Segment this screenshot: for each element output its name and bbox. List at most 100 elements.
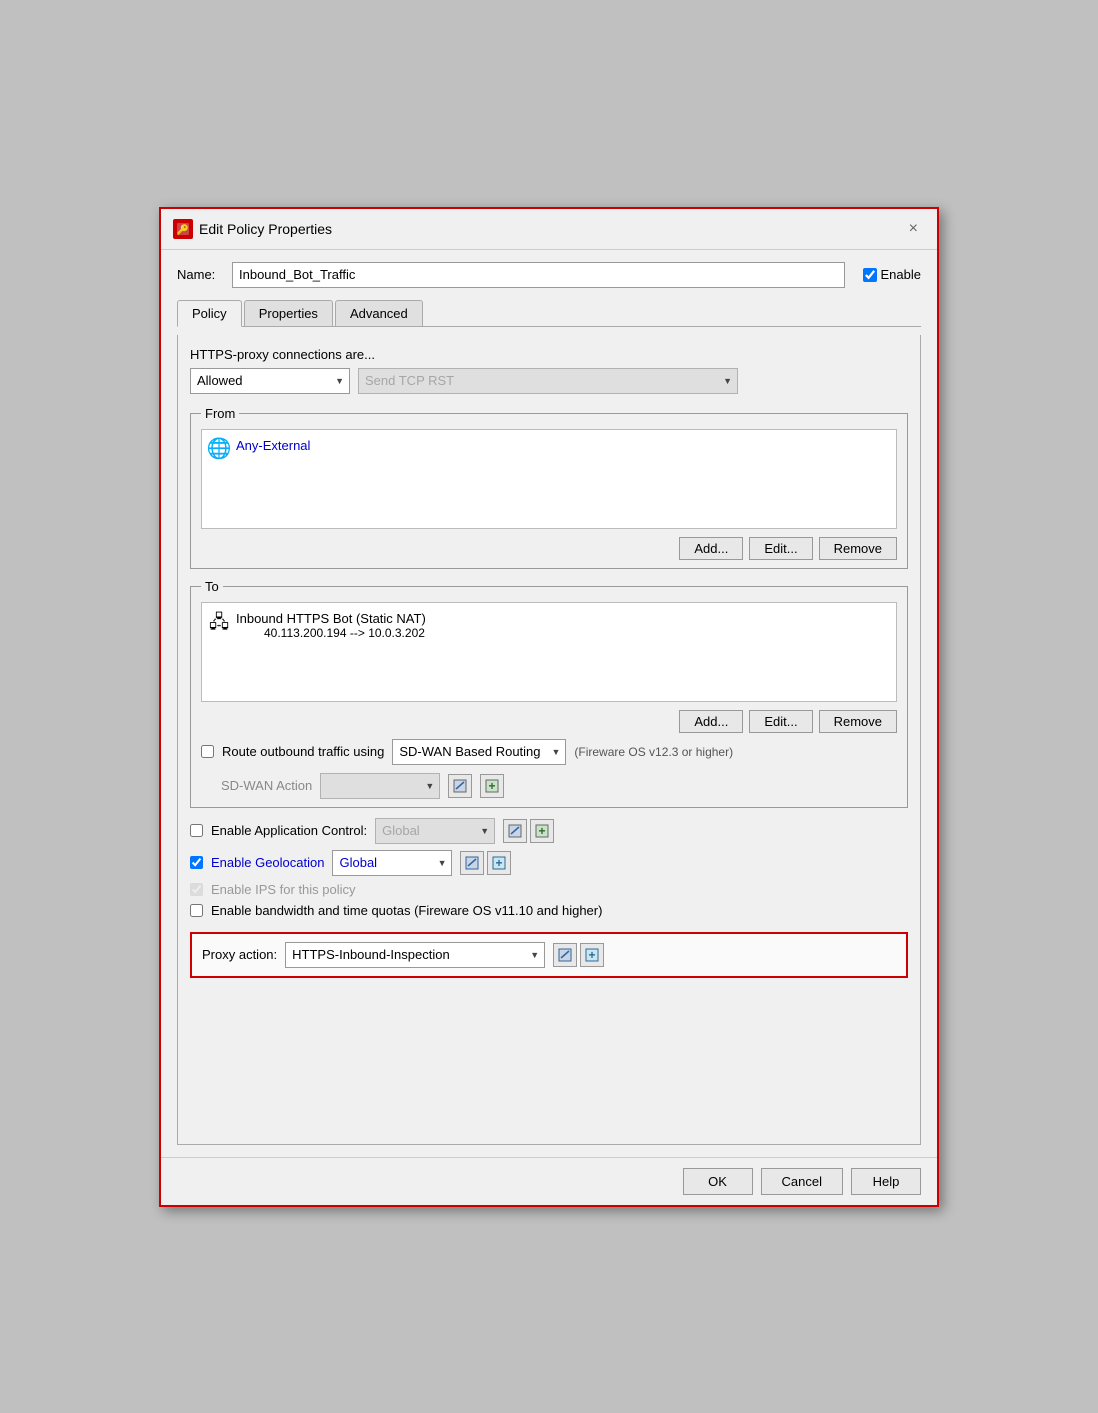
from-legend: From <box>201 406 239 421</box>
geolocation-dropdown-wrapper[interactable]: Global <box>332 850 452 876</box>
enable-label: Enable <box>881 267 921 282</box>
new-icon: + <box>485 779 499 793</box>
app-control-icons: + <box>503 819 554 843</box>
close-button[interactable]: × <box>902 217 925 241</box>
ips-checkbox <box>190 883 203 896</box>
edit-icon-appcontrol <box>508 824 522 838</box>
route-outbound-row: Route outbound traffic using SD-WAN Base… <box>201 739 897 765</box>
svg-text:+: + <box>489 779 496 793</box>
to-legend: To <box>201 579 223 594</box>
https-action-dropdown[interactable]: Allowed Denied <box>190 368 350 394</box>
sdwan-action-dropdown[interactable] <box>320 773 440 799</box>
tab-advanced[interactable]: Advanced <box>335 300 423 326</box>
enable-checkbox-group: Enable <box>863 267 921 282</box>
from-remove-button[interactable]: Remove <box>819 537 897 560</box>
geolocation-checkbox[interactable] <box>190 856 203 869</box>
dialog-footer: OK Cancel Help <box>161 1157 937 1205</box>
https-action-dropdown-wrapper[interactable]: Allowed Denied <box>190 368 350 394</box>
sdwan-edit-icon-button[interactable] <box>448 774 472 798</box>
tab-policy[interactable]: Policy <box>177 300 242 327</box>
to-item: 🖧 Inbound HTTPS Bot (Static NAT) 40.113.… <box>208 609 890 642</box>
app-control-label: Enable Application Control: <box>211 823 367 838</box>
geolocation-edit-button[interactable] <box>460 851 484 875</box>
sdwan-action-dropdown-wrapper <box>320 773 440 799</box>
to-remove-button[interactable]: Remove <box>819 710 897 733</box>
geolocation-dropdown[interactable]: Global <box>332 850 452 876</box>
bandwidth-label: Enable bandwidth and time quotas (Firewa… <box>211 903 602 918</box>
help-button[interactable]: Help <box>851 1168 921 1195</box>
svg-text:🔑: 🔑 <box>177 223 190 236</box>
proxy-action-dropdown[interactable]: HTTPS-Inbound-Inspection <box>285 942 545 968</box>
proxy-action-edit-button[interactable] <box>553 943 577 967</box>
options-section: Enable Application Control: Global <box>190 818 908 978</box>
edit-icon-geo <box>465 856 479 870</box>
https-dropdowns: Allowed Denied Send TCP RST <box>190 368 908 394</box>
proxy-action-label: Proxy action: <box>202 947 277 962</box>
dialog-body: Name: Enable Policy Properties Advanced … <box>161 250 937 1157</box>
from-section: From 🌐 Any-External Add... Edit... Remov… <box>190 406 908 569</box>
from-buttons: Add... Edit... Remove <box>201 537 897 560</box>
ips-row: Enable IPS for this policy <box>190 882 908 897</box>
sdwan-action-label: SD-WAN Action <box>221 778 312 793</box>
from-box: 🌐 Any-External <box>201 429 897 529</box>
sdwan-routing-dropdown-wrapper[interactable]: SD-WAN Based Routing <box>392 739 566 765</box>
geolocation-label[interactable]: Enable Geolocation <box>211 855 324 870</box>
tab-content-policy: HTTPS-proxy connections are... Allowed D… <box>177 335 921 1145</box>
route-outbound-checkbox[interactable] <box>201 745 214 758</box>
title-bar: 🔑 Edit Policy Properties × <box>161 209 937 250</box>
tab-bar: Policy Properties Advanced <box>177 300 921 327</box>
from-add-button[interactable]: Add... <box>679 537 743 560</box>
app-control-dropdown[interactable]: Global <box>375 818 495 844</box>
ok-button[interactable]: OK <box>683 1168 753 1195</box>
proxy-action-dropdown-wrapper[interactable]: HTTPS-Inbound-Inspection <box>285 942 545 968</box>
dialog-title: Edit Policy Properties <box>199 221 332 237</box>
svg-text:+: + <box>496 856 503 870</box>
https-action2-dropdown-wrapper[interactable]: Send TCP RST <box>358 368 738 394</box>
bandwidth-checkbox[interactable] <box>190 904 203 917</box>
dialog-icon: 🔑 <box>173 219 193 239</box>
edit-icon <box>453 779 467 793</box>
name-label: Name: <box>177 267 222 282</box>
geolocation-icons: + <box>460 851 511 875</box>
app-control-edit-button[interactable] <box>503 819 527 843</box>
to-item-content: Inbound HTTPS Bot (Static NAT) 40.113.20… <box>236 611 426 640</box>
to-section: To 🖧 Inbound HTTPS Bot (Static NAT) 40.1… <box>190 579 908 808</box>
any-external-icon: 🌐 <box>208 438 230 460</box>
to-box: 🖧 Inbound HTTPS Bot (Static NAT) 40.113.… <box>201 602 897 702</box>
app-control-dropdown-wrapper: Global <box>375 818 495 844</box>
svg-text:+: + <box>539 824 546 838</box>
name-row: Name: Enable <box>177 262 921 288</box>
svg-text:+: + <box>589 948 596 962</box>
edit-policy-dialog: 🔑 Edit Policy Properties × Name: Enable … <box>159 207 939 1207</box>
from-item: 🌐 Any-External <box>208 436 890 462</box>
edit-icon-proxy <box>558 948 572 962</box>
to-buttons: Add... Edit... Remove <box>201 710 897 733</box>
proxy-action-new-button[interactable]: + <box>580 943 604 967</box>
ips-label: Enable IPS for this policy <box>211 882 356 897</box>
new-icon-appcontrol: + <box>535 824 549 838</box>
tab-properties[interactable]: Properties <box>244 300 333 326</box>
title-bar-left: 🔑 Edit Policy Properties <box>173 219 332 239</box>
proxy-action-icons: + <box>553 943 604 967</box>
geolocation-new-button[interactable]: + <box>487 851 511 875</box>
sdwan-action-row: SD-WAN Action <box>221 773 897 799</box>
app-control-row: Enable Application Control: Global <box>190 818 908 844</box>
app-control-new-button[interactable]: + <box>530 819 554 843</box>
enable-checkbox[interactable] <box>863 268 877 282</box>
route-note: (Fireware OS v12.3 or higher) <box>574 745 733 759</box>
sdwan-new-icon-button[interactable]: + <box>480 774 504 798</box>
from-item-text: Any-External <box>236 438 310 453</box>
inbound-https-icon: 🖧 <box>208 611 230 633</box>
app-control-checkbox[interactable] <box>190 824 203 837</box>
new-icon-proxy: + <box>585 948 599 962</box>
to-item-subtext: 40.113.200.194 --> 10.0.3.202 <box>264 626 426 640</box>
name-input[interactable] <box>232 262 845 288</box>
cancel-button[interactable]: Cancel <box>761 1168 843 1195</box>
https-label: HTTPS-proxy connections are... <box>190 347 908 362</box>
to-edit-button[interactable]: Edit... <box>749 710 812 733</box>
https-action2-dropdown[interactable]: Send TCP RST <box>358 368 738 394</box>
sdwan-routing-dropdown[interactable]: SD-WAN Based Routing <box>392 739 566 765</box>
to-add-button[interactable]: Add... <box>679 710 743 733</box>
to-item-text: Inbound HTTPS Bot (Static NAT) <box>236 611 426 626</box>
from-edit-button[interactable]: Edit... <box>749 537 812 560</box>
